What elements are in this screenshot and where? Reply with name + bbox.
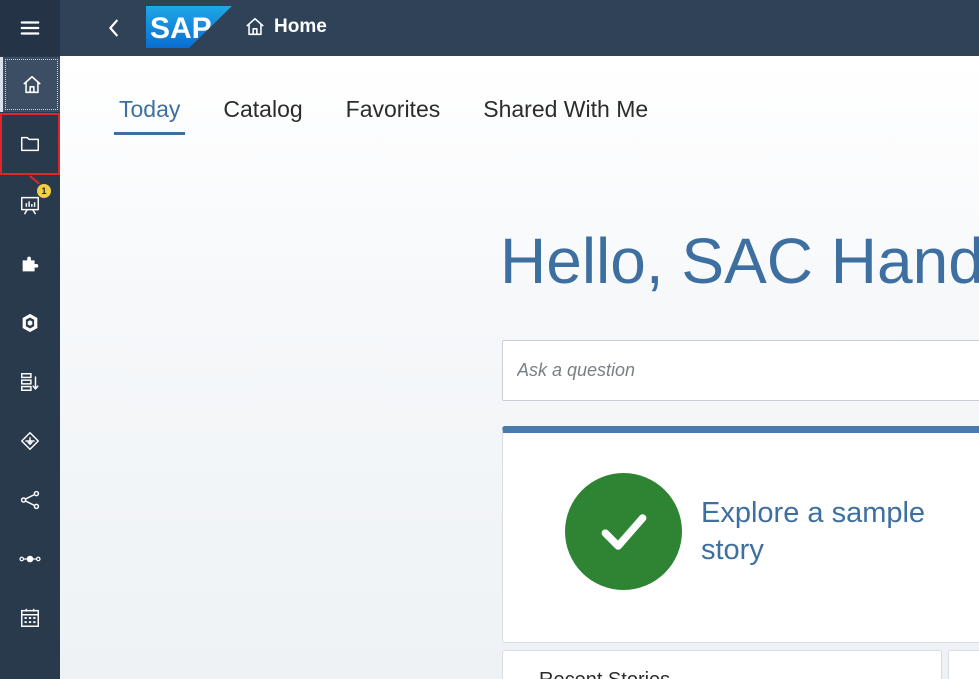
- notification-badge: 1: [37, 184, 51, 198]
- back-button[interactable]: [100, 14, 128, 42]
- analytic-app-icon: [22, 256, 39, 272]
- chevron-left-icon: [109, 19, 118, 37]
- greeting-title: Hello, SAC Hand: [500, 225, 979, 297]
- predictive-icon: [21, 432, 39, 450]
- success-check-icon: [565, 473, 682, 590]
- ask-question-input[interactable]: [503, 341, 979, 400]
- connections-icon: [20, 490, 40, 510]
- nav-data-import-button[interactable]: [0, 354, 60, 410]
- recent-stories-card[interactable]: Recent Stories: [502, 650, 942, 679]
- tab-today[interactable]: Today: [114, 92, 186, 135]
- home-icon: [22, 75, 41, 93]
- nav-files-button[interactable]: [0, 113, 60, 175]
- recent-stories-title: Recent Stories: [539, 669, 670, 679]
- main-content: Today Catalog Favorites Shared With Me H…: [60, 56, 979, 679]
- data-import-icon: [21, 373, 39, 391]
- side-navigation: 1: [0, 0, 60, 679]
- tab-catalog[interactable]: Catalog: [218, 92, 307, 135]
- side-card[interactable]: [948, 650, 979, 679]
- nav-predictive-button[interactable]: [0, 413, 60, 469]
- home-tabs: Today Catalog Favorites Shared With Me: [114, 92, 686, 135]
- tab-favorites[interactable]: Favorites: [341, 92, 446, 135]
- nav-data-flow-button[interactable]: [0, 531, 60, 587]
- nav-analytic-app-button[interactable]: [0, 236, 60, 292]
- sap-logo[interactable]: SAP: [146, 6, 232, 48]
- stories-icon: [21, 196, 39, 215]
- calendar-icon: [21, 608, 39, 627]
- data-flow-icon: [19, 555, 41, 563]
- breadcrumb[interactable]: Home: [244, 16, 327, 38]
- nav-connections-button[interactable]: [0, 472, 60, 528]
- nav-home-button[interactable]: [0, 57, 60, 112]
- tab-shared-with-me[interactable]: Shared With Me: [478, 92, 653, 135]
- explore-sample-story-card[interactable]: Explore a sample story: [502, 426, 979, 643]
- breadcrumb-home-label: Home: [274, 16, 327, 37]
- ask-question-box: [502, 340, 979, 401]
- home-icon: [246, 17, 264, 36]
- explore-sample-story-label: Explore a sample story: [701, 497, 926, 566]
- nav-calendar-button[interactable]: [0, 590, 60, 646]
- modeler-icon: [22, 313, 38, 333]
- shell-bar: SAP Home: [60, 0, 979, 56]
- nav-modeler-button[interactable]: [0, 295, 60, 351]
- menu-button[interactable]: [0, 0, 60, 56]
- folder-icon: [21, 136, 39, 152]
- nav-stories-button[interactable]: [0, 177, 60, 233]
- menu-icon: [20, 21, 40, 35]
- sap-logo-text: SAP: [150, 12, 212, 45]
- app: 1 SAP Home Today Catalog Favorites Share…: [0, 0, 979, 679]
